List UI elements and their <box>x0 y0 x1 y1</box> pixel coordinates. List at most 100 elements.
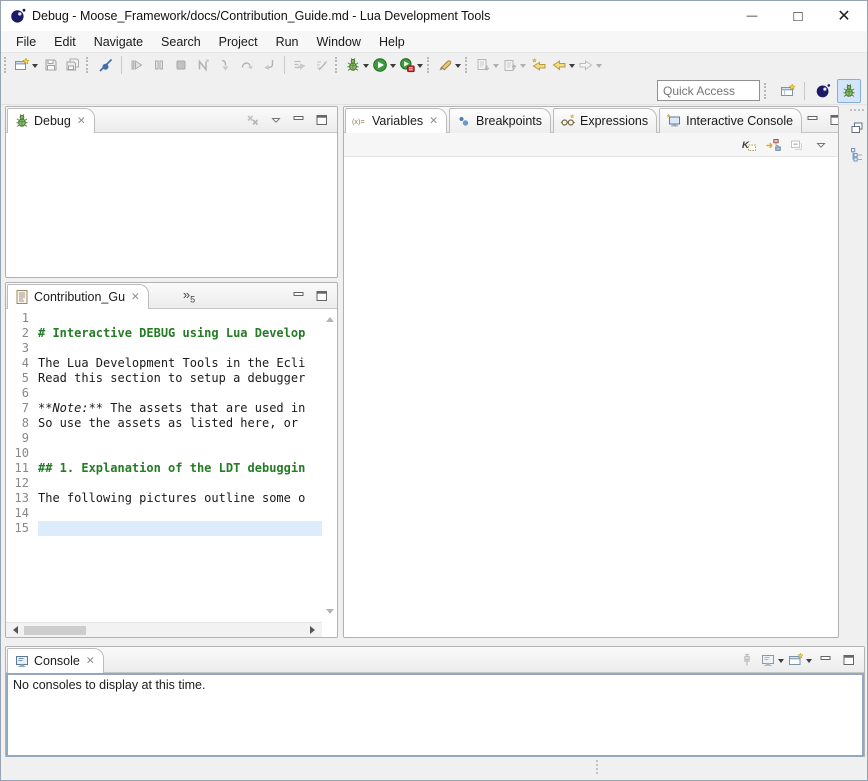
editor-line[interactable]: 2# Interactive DEBUG using Lua Develop <box>6 326 322 341</box>
tab-contribution-gu[interactable]: Contribution_Gu✕ <box>7 284 149 309</box>
editor-line[interactable]: 15 <box>6 521 322 536</box>
tab-variables[interactable]: (x)=Variables✕ <box>345 108 447 133</box>
run-button[interactable] <box>371 54 398 76</box>
display-console-button[interactable] <box>759 649 786 671</box>
toggle-step-filters-button[interactable] <box>311 54 333 76</box>
debug-perspective-button[interactable] <box>837 79 861 103</box>
editor-tab-overflow[interactable]: »5 <box>183 287 195 305</box>
trim-drag-handle[interactable] <box>850 109 864 111</box>
collapse-all-button[interactable] <box>786 134 808 156</box>
dropdown-arrow-icon[interactable] <box>30 59 39 71</box>
debug-view-content[interactable] <box>6 133 337 277</box>
minimize-view-button[interactable] <box>802 109 824 131</box>
lua-perspective-button[interactable] <box>811 79 835 103</box>
editor-line[interactable]: 14 <box>6 506 322 521</box>
dropdown-arrow-icon[interactable] <box>567 59 576 71</box>
external-tools-button[interactable] <box>436 54 463 76</box>
tab-interactive-console[interactable]: Interactive Console <box>659 108 802 133</box>
close-icon[interactable]: ✕ <box>77 115 86 127</box>
menu-navigate[interactable]: Navigate <box>85 32 152 52</box>
dropdown-arrow-icon[interactable] <box>594 59 603 71</box>
tab-expressions[interactable]: Expressions <box>553 108 657 133</box>
back-button[interactable] <box>550 54 577 76</box>
outline-view-button[interactable] <box>847 144 867 164</box>
maximize-view-button[interactable] <box>825 109 839 131</box>
save-all-button[interactable] <box>62 54 84 76</box>
step-return-button[interactable] <box>258 54 280 76</box>
menu-search[interactable]: Search <box>152 32 210 52</box>
status-drag-handle[interactable] <box>596 760 598 774</box>
scroll-down-icon[interactable] <box>326 609 334 618</box>
debug-button[interactable] <box>344 54 371 76</box>
menu-file[interactable]: File <box>7 32 45 52</box>
dropdown-arrow-icon[interactable] <box>415 59 424 71</box>
editor-line[interactable]: 11## 1. Explanation of the LDT debuggin <box>6 461 322 476</box>
tab-breakpoints[interactable]: Breakpoints <box>449 108 551 133</box>
show-logical-structures-button[interactable] <box>762 134 784 156</box>
open-console-button[interactable] <box>787 649 814 671</box>
minimize-view-button[interactable] <box>815 649 837 671</box>
minimize-view-button[interactable] <box>288 285 310 307</box>
tab-console[interactable]: Console✕ <box>7 648 104 673</box>
dropdown-arrow-icon[interactable] <box>804 654 813 666</box>
disconnect-button[interactable] <box>192 54 214 76</box>
suspend-button[interactable] <box>148 54 170 76</box>
remove-terminated-button[interactable] <box>242 109 264 131</box>
dropdown-arrow-icon[interactable] <box>491 59 500 71</box>
next-annotation-button[interactable] <box>474 54 501 76</box>
editor-line[interactable]: 5Read this section to setup a debugger <box>6 371 322 386</box>
dropdown-arrow-icon[interactable] <box>518 59 527 71</box>
new-wizard-button[interactable] <box>13 54 40 76</box>
terminate-button[interactable] <box>170 54 192 76</box>
scroll-up-icon[interactable] <box>326 313 334 322</box>
open-perspective-button[interactable] <box>776 79 800 103</box>
maximize-view-button[interactable] <box>311 109 333 131</box>
forward-button[interactable] <box>577 54 604 76</box>
editor-horizontal-scrollbar[interactable] <box>6 622 322 637</box>
minimize-view-button[interactable] <box>288 109 310 131</box>
close-window-button[interactable]: ✕ <box>821 1 867 31</box>
menu-project[interactable]: Project <box>210 32 267 52</box>
pin-console-button[interactable] <box>736 649 758 671</box>
maximize-window-button[interactable]: □ <box>775 1 821 31</box>
step-over-button[interactable] <box>236 54 258 76</box>
editor-line[interactable]: 4The Lua Development Tools in the Ecli <box>6 356 322 371</box>
menu-help[interactable]: Help <box>370 32 414 52</box>
scroll-right-icon[interactable] <box>310 626 319 634</box>
editor-line[interactable]: 9 <box>6 431 322 446</box>
tab-debug[interactable]: Debug✕ <box>7 108 95 133</box>
editor-line[interactable]: 7**Note:** The assets that are used in <box>6 401 322 416</box>
restore-views-button[interactable] <box>847 118 867 138</box>
menu-window[interactable]: Window <box>308 32 370 52</box>
editor-line[interactable]: 8So use the assets as listed here, or <box>6 416 322 431</box>
menu-edit[interactable]: Edit <box>45 32 85 52</box>
editor-line[interactable]: 12 <box>6 476 322 491</box>
dropdown-arrow-icon[interactable] <box>361 59 370 71</box>
quick-access-input[interactable] <box>657 80 760 101</box>
view-menu-button[interactable] <box>810 134 832 156</box>
save-button[interactable] <box>40 54 62 76</box>
dropdown-arrow-icon[interactable] <box>453 59 462 71</box>
console-content[interactable]: No consoles to display at this time. <box>6 673 864 757</box>
step-into-button[interactable] <box>214 54 236 76</box>
editor-line[interactable]: 3 <box>6 341 322 356</box>
view-menu-button[interactable] <box>265 109 287 131</box>
maximize-view-button[interactable] <box>311 285 333 307</box>
dropdown-arrow-icon[interactable] <box>388 59 397 71</box>
scroll-left-icon[interactable] <box>9 626 18 634</box>
variables-view-content[interactable] <box>344 157 838 637</box>
menu-run[interactable]: Run <box>267 32 308 52</box>
use-step-filters-button[interactable] <box>289 54 311 76</box>
editor-line[interactable]: 6 <box>6 386 322 401</box>
last-edit-location-button[interactable] <box>528 54 550 76</box>
editor-vertical-scrollbar[interactable] <box>322 309 337 622</box>
maximize-view-button[interactable] <box>838 649 860 671</box>
close-icon[interactable]: ✕ <box>429 115 438 127</box>
coverage-button[interactable] <box>398 54 425 76</box>
previous-annotation-button[interactable] <box>501 54 528 76</box>
dropdown-arrow-icon[interactable] <box>776 654 785 666</box>
close-icon[interactable]: ✕ <box>86 655 95 667</box>
minimize-window-button[interactable]: — <box>729 1 775 31</box>
editor-text-area[interactable]: 12# Interactive DEBUG using Lua Develop3… <box>6 309 337 637</box>
editor-line[interactable]: 13The following pictures outline some o <box>6 491 322 506</box>
